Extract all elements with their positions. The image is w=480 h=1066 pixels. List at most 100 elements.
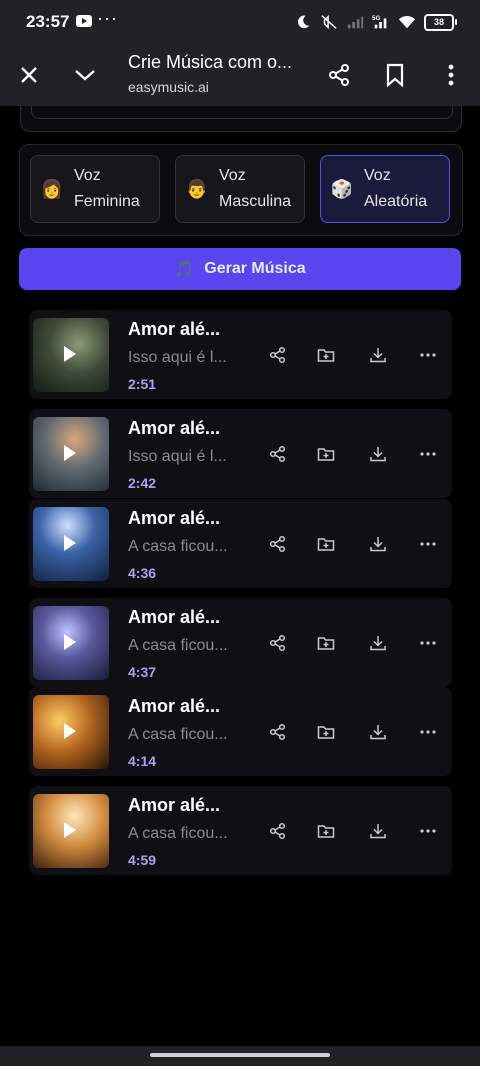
add-to-folder-button[interactable] [316,633,336,653]
song-duration: 4:37 [128,664,157,680]
song-duration: 4:36 [128,565,157,581]
voice-random-label: Voz Aleatória [364,163,427,215]
voice-random-button[interactable]: 🎲 Voz Aleatória [320,155,450,223]
lyrics-card [20,106,462,132]
download-song-button[interactable] [368,633,388,653]
more-horizontal-icon [420,542,436,546]
song-description: Isso aqui é l... [128,448,227,465]
voice-female-line1: Voz [74,167,101,184]
share-icon [269,535,286,553]
woman-icon: 👩 [40,178,64,199]
dice-icon: 🎲 [330,178,354,199]
add-folder-icon [317,726,335,739]
play-icon [64,723,76,739]
song-item[interactable]: Amor alé... A casa ficou... 4:37 [29,598,452,687]
add-to-folder-button[interactable] [316,722,336,742]
song-more-button[interactable] [418,534,438,554]
signal-5g-icon: 5G [372,15,387,29]
share-icon [269,445,286,463]
status-right-icons: 5G 38 [294,11,457,33]
share-song-button[interactable] [267,345,287,365]
collapse-button[interactable] [70,60,100,90]
song-item[interactable]: Amor alé... A casa ficou... 4:59 [29,786,452,875]
browser-toolbar: Crie Música com o... easymusic.ai [0,44,480,106]
song-item[interactable]: Amor alé... A casa ficou... 4:36 [29,499,452,588]
song-duration: 4:14 [128,753,157,769]
man-icon: 👨 [185,178,209,199]
song-thumbnail[interactable] [33,606,109,680]
add-folder-icon [317,448,335,461]
close-icon [21,67,37,83]
song-thumbnail[interactable] [33,695,109,769]
svg-text:5G: 5G [372,15,381,22]
add-folder-icon [317,349,335,362]
voice-male-line1: Voz [219,167,246,184]
download-song-button[interactable] [368,345,388,365]
add-to-folder-button[interactable] [316,821,336,841]
download-song-button[interactable] [368,821,388,841]
voice-male-button[interactable]: 👨 Voz Masculina [175,155,305,223]
close-button[interactable] [14,60,44,90]
voice-random-line1: Voz [364,167,391,184]
song-item[interactable]: Amor alé... A casa ficou... 4:14 [29,687,452,776]
play-icon [64,346,76,362]
lyrics-input[interactable] [31,106,453,119]
download-icon [370,348,386,363]
song-duration: 4:59 [128,852,157,868]
moon-icon [297,15,310,29]
play-icon [64,634,76,650]
song-description: A casa ficou... [128,726,228,743]
song-description: A casa ficou... [128,538,228,555]
song-title: Amor alé... [128,418,221,438]
song-item[interactable]: Amor alé... Isso aqui é l... 2:51 [29,310,452,399]
song-thumbnail[interactable] [33,318,109,392]
song-title: Amor alé... [128,508,221,528]
share-song-button[interactable] [267,722,287,742]
song-description: A casa ficou... [128,825,228,842]
voice-random-line2: Aleatória [364,193,428,210]
voice-selector: 👩 Voz Feminina 👨 Voz Masculina 🎲 Voz Ale… [19,144,463,236]
more-horizontal-icon [420,353,436,357]
song-thumbnail[interactable] [33,794,109,868]
status-more-dots: ··· [97,8,118,28]
download-song-button[interactable] [368,444,388,464]
more-horizontal-icon [420,641,436,645]
download-icon [370,636,386,651]
music-note-icon: 🎵 [174,261,195,278]
voice-female-button[interactable]: 👩 Voz Feminina [30,155,160,223]
share-page-button[interactable] [324,60,354,90]
generate-music-button[interactable]: 🎵 Gerar Música [19,248,461,290]
download-song-button[interactable] [368,534,388,554]
home-gesture-pill[interactable] [150,1053,330,1057]
song-more-button[interactable] [418,444,438,464]
share-song-button[interactable] [267,821,287,841]
system-nav-bar [0,1046,480,1066]
menu-button[interactable] [436,60,466,90]
share-song-button[interactable] [267,444,287,464]
add-to-folder-button[interactable] [316,345,336,365]
generate-music-label: Gerar Música [204,260,306,277]
add-to-folder-button[interactable] [316,444,336,464]
song-title: Amor alé... [128,696,221,716]
bookmark-button[interactable] [380,60,410,90]
song-thumbnail[interactable] [33,417,109,491]
mute-icon [321,14,337,30]
song-title: Amor alé... [128,319,221,339]
more-horizontal-icon [420,730,436,734]
song-more-button[interactable] [418,722,438,742]
song-more-button[interactable] [418,345,438,365]
song-title: Amor alé... [128,607,221,627]
play-icon [64,535,76,551]
share-song-button[interactable] [267,534,287,554]
download-song-button[interactable] [368,722,388,742]
share-icon [269,822,286,840]
share-icon [269,723,286,741]
song-more-button[interactable] [418,633,438,653]
wifi-icon [398,16,416,29]
song-item[interactable]: Amor alé... Isso aqui é l... 2:42 [29,409,452,498]
share-song-button[interactable] [267,633,287,653]
song-more-button[interactable] [418,821,438,841]
download-icon [370,537,386,552]
add-to-folder-button[interactable] [316,534,336,554]
song-thumbnail[interactable] [33,507,109,581]
